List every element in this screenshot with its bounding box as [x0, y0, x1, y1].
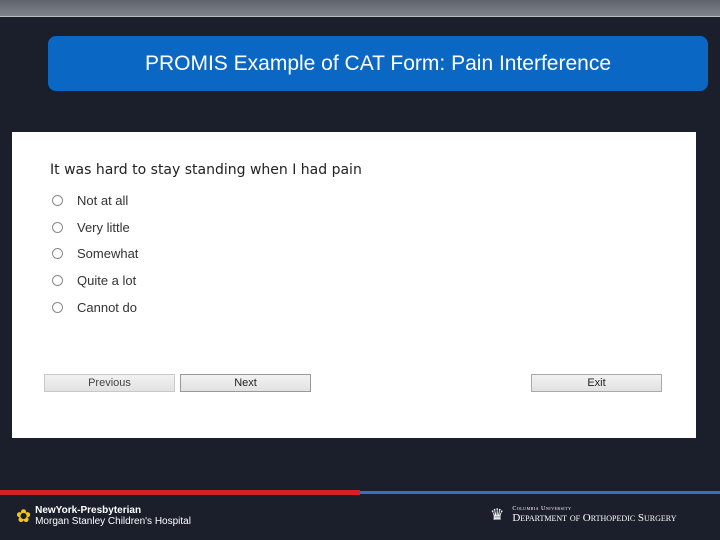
option-somewhat[interactable]: Somewhat — [52, 240, 138, 267]
columbia-logo-line2: Department of Orthopedic Surgery — [512, 512, 677, 524]
option-label: Cannot do — [77, 299, 137, 315]
radio-button[interactable] — [52, 194, 63, 206]
footer-stripe-red — [0, 490, 360, 495]
option-label: Somewhat — [77, 246, 139, 262]
columbia-logo: ♛ Columbia University Department of Orth… — [490, 505, 676, 525]
top-bar — [0, 0, 720, 17]
previous-button[interactable]: Previous — [44, 374, 175, 392]
answer-options: Not at all Very little Somewhat Quite a … — [52, 187, 138, 320]
slide-title: PROMIS Example of CAT Form: Pain Interfe… — [48, 36, 708, 91]
next-button[interactable]: Next — [180, 374, 311, 392]
option-label: Very little — [77, 219, 130, 235]
slide-title-text: PROMIS Example of CAT Form: Pain Interfe… — [144, 51, 612, 75]
option-label: Not at all — [77, 192, 129, 208]
nyp-logo-line1: NewYork-Presbyterian — [35, 505, 142, 516]
radio-button[interactable] — [52, 221, 63, 233]
daffodil-icon: ✿ — [16, 505, 32, 526]
footer-stripe-blue — [360, 491, 720, 494]
nyp-logo-line2: Morgan Stanley Children's Hospital — [35, 516, 191, 527]
crown-icon: ♛ — [490, 507, 505, 524]
option-quite-a-lot[interactable]: Quite a lot — [52, 267, 138, 294]
option-label: Quite a lot — [77, 272, 137, 288]
radio-button[interactable] — [52, 248, 63, 260]
option-cannot-do[interactable]: Cannot do — [52, 294, 138, 321]
exit-button[interactable]: Exit — [531, 374, 662, 392]
question-text: It was hard to stay standing when I had … — [50, 162, 362, 178]
option-very-little[interactable]: Very little — [52, 214, 138, 241]
option-not-at-all[interactable]: Not at all — [52, 187, 138, 214]
cat-form-panel: It was hard to stay standing when I had … — [12, 132, 696, 438]
radio-button[interactable] — [52, 301, 63, 313]
radio-button[interactable] — [52, 274, 63, 286]
nyp-logo: ✿ NewYork-Presbyterian Morgan Stanley Ch… — [16, 505, 191, 527]
